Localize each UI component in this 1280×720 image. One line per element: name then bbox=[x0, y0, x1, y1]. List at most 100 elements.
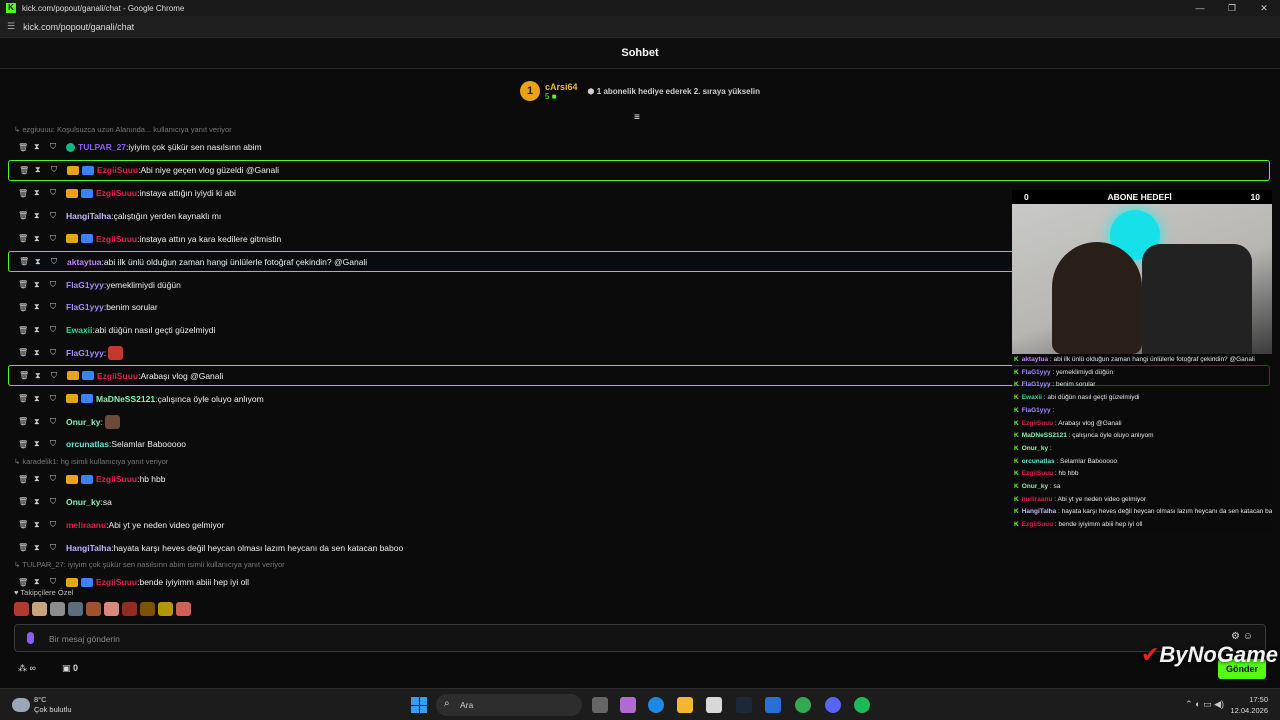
timeout-icon[interactable]: ⧗ bbox=[34, 577, 50, 587]
shield-icon[interactable]: ⛉ bbox=[51, 165, 67, 175]
gift-counter[interactable]: ▣ 0 bbox=[62, 663, 78, 674]
trash-icon[interactable]: 🗑 bbox=[18, 543, 34, 552]
timeout-icon[interactable]: ⧗ bbox=[34, 302, 50, 312]
trash-icon[interactable]: 🗑 bbox=[18, 497, 34, 506]
chat-username[interactable]: Ewaxii bbox=[66, 325, 92, 335]
trash-icon[interactable]: 🗑 bbox=[18, 189, 34, 198]
trash-icon[interactable]: 🗑 bbox=[18, 440, 34, 449]
shield-icon[interactable]: ⛉ bbox=[51, 257, 67, 267]
chat-username[interactable]: FlaG1yyy bbox=[66, 302, 104, 312]
shield-icon[interactable]: ⛉ bbox=[50, 348, 66, 358]
emote[interactable] bbox=[104, 602, 119, 616]
timeout-icon[interactable]: ⧗ bbox=[34, 188, 50, 198]
emote[interactable] bbox=[68, 602, 83, 616]
trash-icon[interactable]: 🗑 bbox=[18, 578, 34, 587]
chat-username[interactable]: Onur_ky bbox=[66, 417, 101, 427]
timeout-icon[interactable]: ⧗ bbox=[34, 280, 50, 290]
emote[interactable] bbox=[158, 602, 173, 616]
discord-icon[interactable] bbox=[825, 697, 841, 713]
url-text[interactable]: kick.com/popout/ganali/chat bbox=[23, 22, 134, 32]
minimize-button[interactable]: — bbox=[1184, 0, 1216, 16]
close-button[interactable]: ✕ bbox=[1248, 0, 1280, 16]
timeout-icon[interactable]: ⧗ bbox=[35, 257, 51, 267]
trash-icon[interactable]: 🗑 bbox=[18, 280, 34, 289]
trash-icon[interactable]: 🗑 bbox=[18, 348, 34, 357]
timeout-icon[interactable]: ⧗ bbox=[34, 474, 50, 484]
emote[interactable] bbox=[50, 602, 65, 616]
timeout-icon[interactable]: ⧗ bbox=[34, 211, 50, 221]
shield-icon[interactable]: ⛉ bbox=[50, 234, 66, 244]
timeout-icon[interactable]: ⧗ bbox=[34, 520, 50, 530]
shield-icon[interactable]: ⛉ bbox=[51, 371, 67, 381]
chat-username[interactable]: FlaG1yyy bbox=[66, 348, 104, 358]
message-placeholder[interactable]: Bir mesaj gönderin bbox=[49, 634, 120, 644]
trash-icon[interactable]: 🗑 bbox=[18, 303, 34, 312]
trash-icon[interactable]: 🗑 bbox=[18, 326, 34, 335]
weather-widget[interactable]: 8°C Çok bulutlu bbox=[12, 695, 72, 715]
shield-icon[interactable]: ⛉ bbox=[50, 325, 66, 335]
trash-icon[interactable]: 🗑 bbox=[18, 417, 34, 426]
timeout-icon[interactable]: ⧗ bbox=[35, 371, 51, 381]
timeout-icon[interactable]: ⧗ bbox=[34, 348, 50, 358]
site-settings-icon[interactable]: ☰ bbox=[7, 21, 15, 32]
shield-icon[interactable]: ⛉ bbox=[50, 577, 66, 587]
emoji-icon[interactable]: ⚙ ☺ bbox=[1231, 631, 1253, 642]
file-explorer-icon[interactable] bbox=[677, 697, 693, 713]
trash-icon[interactable]: 🗑 bbox=[18, 234, 34, 243]
shield-icon[interactable]: ⛉ bbox=[50, 497, 66, 507]
timeout-icon[interactable]: ⧗ bbox=[34, 497, 50, 507]
spotify-icon[interactable] bbox=[854, 697, 870, 713]
chat-username[interactable]: EzgiiSuuu bbox=[96, 577, 137, 587]
shield-icon[interactable]: ⛉ bbox=[50, 302, 66, 312]
timeout-icon[interactable]: ⧗ bbox=[34, 142, 50, 152]
trash-icon[interactable]: 🗑 bbox=[19, 371, 35, 380]
emote[interactable] bbox=[32, 602, 47, 616]
chat-username[interactable]: EzgiiSuuu bbox=[96, 474, 137, 484]
taskbar-search[interactable]: ⌕ Ara bbox=[436, 694, 582, 716]
leader-username[interactable]: cArsi64 bbox=[545, 82, 578, 92]
chat-username[interactable]: EzgiiSuuu bbox=[96, 188, 137, 198]
chat-username[interactable]: meliraanu bbox=[66, 520, 106, 530]
chat-username[interactable]: aktaytua bbox=[67, 257, 102, 267]
trash-icon[interactable]: 🗑 bbox=[18, 520, 34, 529]
timeout-icon[interactable]: ⧗ bbox=[35, 165, 51, 175]
chat-message[interactable]: 🗑 ⧗ ⛉ TULPAR_27: iyiyim çok şükür sen nasıl… bbox=[8, 136, 1270, 159]
shield-icon[interactable]: ⛉ bbox=[50, 474, 66, 484]
chat-username[interactable]: FlaG1yyy bbox=[66, 280, 104, 290]
trash-icon[interactable]: 🗑 bbox=[19, 257, 35, 266]
emote[interactable] bbox=[86, 602, 101, 616]
emote[interactable] bbox=[122, 602, 137, 616]
start-button[interactable] bbox=[411, 697, 427, 713]
chat-username[interactable]: EzgiiSuuu bbox=[97, 371, 138, 381]
timeout-icon[interactable]: ⧗ bbox=[34, 394, 50, 404]
chat-username[interactable]: orcunatlas bbox=[66, 439, 109, 449]
infinity-icon[interactable]: ⁂ ∞ bbox=[18, 663, 36, 674]
shield-icon[interactable]: ⛉ bbox=[50, 417, 66, 427]
shield-icon[interactable]: ⛉ bbox=[50, 211, 66, 221]
system-tray[interactable]: ⌃ ◐ ▭ ◀) bbox=[1185, 699, 1224, 710]
restore-button[interactable]: ❐ bbox=[1216, 0, 1248, 16]
clock[interactable]: 17:50 12.04.2026 bbox=[1230, 694, 1268, 716]
search-text[interactable]: Ara bbox=[460, 700, 473, 710]
task-view-icon[interactable] bbox=[592, 697, 608, 713]
chrome-icon[interactable] bbox=[795, 697, 811, 713]
timeout-icon[interactable]: ⧗ bbox=[34, 417, 50, 427]
timeout-icon[interactable]: ⧗ bbox=[34, 325, 50, 335]
shield-icon[interactable]: ⛉ bbox=[50, 280, 66, 290]
trash-icon[interactable]: 🗑 bbox=[18, 211, 34, 220]
timeout-icon[interactable]: ⧗ bbox=[34, 439, 50, 449]
emote[interactable] bbox=[14, 602, 29, 616]
shield-icon[interactable]: ⛉ bbox=[50, 439, 66, 449]
chat-message[interactable]: 🗑 ⧗ ⛉ EzgiiSuuu: bende iyiyimm abiii hep iy… bbox=[8, 571, 1270, 594]
store-icon[interactable] bbox=[706, 697, 722, 713]
trash-icon[interactable]: 🗑 bbox=[18, 143, 34, 152]
timeout-icon[interactable]: ⧗ bbox=[34, 543, 50, 553]
shield-icon[interactable]: ⛉ bbox=[50, 188, 66, 198]
emote[interactable] bbox=[176, 602, 191, 616]
chat-username[interactable]: HangiTalha bbox=[66, 543, 111, 553]
emote[interactable] bbox=[140, 602, 155, 616]
shield-icon[interactable]: ⛉ bbox=[50, 394, 66, 404]
shield-icon[interactable]: ⛉ bbox=[50, 142, 66, 152]
copilot-icon[interactable] bbox=[620, 697, 636, 713]
scroll-to-bottom-icon[interactable]: ≡ bbox=[634, 112, 640, 123]
